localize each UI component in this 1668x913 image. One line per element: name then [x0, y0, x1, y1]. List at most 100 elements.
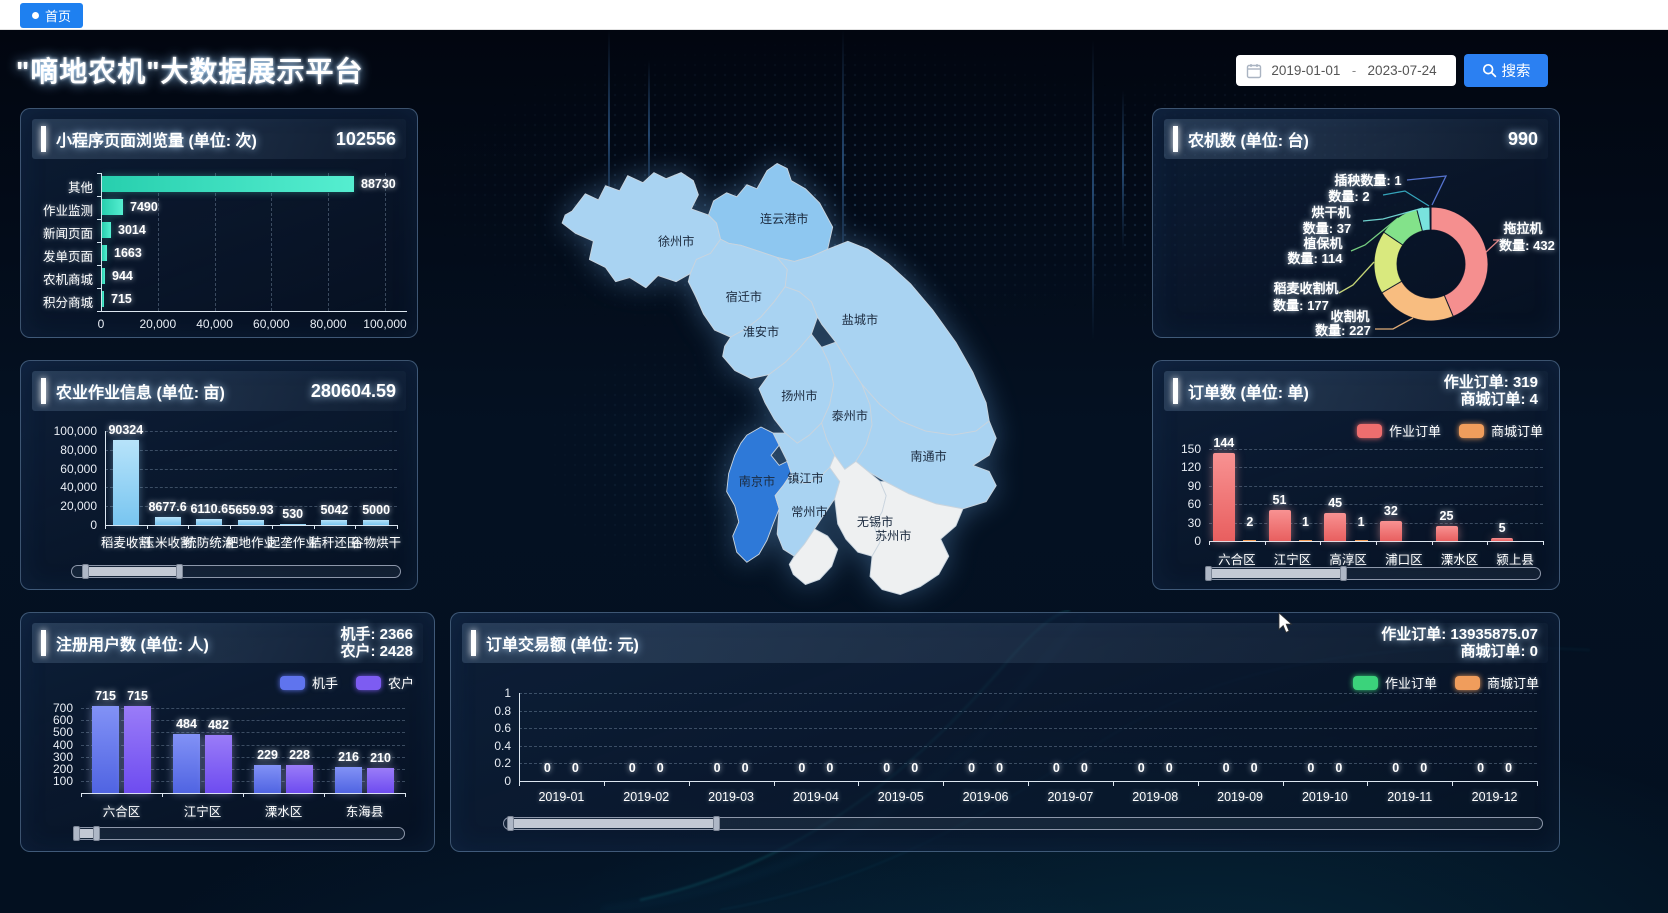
bar[interactable] — [367, 768, 394, 793]
bar[interactable] — [155, 517, 181, 525]
bar[interactable] — [124, 706, 151, 793]
pie-slice-label: 数量: 37 — [1303, 221, 1351, 236]
bar[interactable] — [173, 734, 200, 793]
category-label: 新闻页面 — [35, 223, 93, 242]
category-label: 2019-05 — [858, 790, 943, 804]
category-label: 溧水区 — [1432, 549, 1488, 568]
bar[interactable] — [1355, 540, 1368, 541]
bar[interactable] — [286, 765, 313, 793]
y-tick-label: 40,000 — [35, 480, 97, 494]
category-label: 农机商城 — [35, 269, 93, 288]
bar[interactable] — [1299, 540, 1312, 541]
mouse-cursor — [1278, 612, 1294, 634]
data-zoom-slider[interactable] — [71, 565, 401, 578]
bar[interactable] — [363, 520, 389, 525]
value-label: 5000 — [336, 503, 416, 517]
axis-tick — [230, 525, 231, 529]
data-zoom-window[interactable] — [85, 567, 180, 576]
y-tick-label: 0.8 — [467, 704, 511, 718]
bar[interactable] — [102, 222, 111, 238]
data-zoom-slider[interactable] — [1207, 567, 1541, 580]
bar[interactable] — [205, 735, 232, 793]
data-zoom-window[interactable] — [76, 829, 97, 838]
search-button[interactable]: 搜索 — [1464, 54, 1548, 87]
map-city-label: 连云港市 — [760, 211, 808, 226]
panel-title: 小程序页面浏览量 (单位: 次) — [56, 127, 257, 151]
axis-tick — [1367, 781, 1368, 786]
axis-tick — [774, 781, 775, 786]
value-label: 715 — [108, 689, 168, 703]
data-zoom-slider[interactable] — [75, 827, 405, 840]
category-label: 2019-08 — [1113, 790, 1198, 804]
value-label: 0 — [990, 761, 1010, 775]
machines-donut-chart: 拖拉机数量: 432收割机数量: 227稻麦收割机数量: 177植保机数量: 1… — [1153, 109, 1559, 337]
data-zoom-slider[interactable] — [503, 817, 1543, 830]
tab-home[interactable]: 首页 — [20, 3, 83, 28]
value-label: 0 — [1471, 761, 1491, 775]
y-tick-label: 60 — [1167, 497, 1201, 511]
date-range-picker[interactable]: 2019-01-01 - 2023-07-24 — [1236, 55, 1456, 86]
registered-users-chart: 700600500400300200100六合区715715江宁区484482溧… — [35, 667, 424, 847]
bar[interactable] — [102, 199, 123, 215]
date-end-value[interactable]: 2023-07-24 — [1358, 63, 1446, 78]
gridline — [215, 173, 216, 311]
pie-slice-label: 烘干机 — [1311, 205, 1350, 220]
y-tick-label: 1 — [467, 686, 511, 700]
bar[interactable] — [102, 268, 105, 284]
value-label: 0 — [1046, 761, 1066, 775]
bar[interactable] — [196, 519, 222, 525]
y-tick-label: 0.2 — [467, 756, 511, 770]
bar[interactable] — [280, 524, 306, 525]
value-label: 0 — [962, 761, 982, 775]
value-label: 0 — [1301, 761, 1321, 775]
farm-work-chart: 100,00080,00060,00040,00020,000090324稻麦收… — [35, 417, 407, 587]
category-label: 溧水区 — [243, 801, 324, 820]
axis-tick — [1113, 781, 1114, 786]
data-zoom-window[interactable] — [1208, 569, 1344, 578]
value-label: 7490 — [130, 200, 158, 214]
panel-page-views: 小程序页面浏览量 (单位: 次) 102556 其他88730作业监测7490新… — [20, 108, 418, 338]
bar[interactable] — [102, 176, 354, 192]
category-label: 颍上县 — [1487, 549, 1543, 568]
pie-slice[interactable] — [1382, 281, 1453, 321]
axis-tick — [147, 525, 148, 529]
category-label: 江宁区 — [1265, 549, 1321, 568]
y-tick-label: 90 — [1167, 479, 1201, 493]
value-label: 3014 — [118, 223, 146, 237]
axis-tick — [1452, 781, 1453, 786]
bar[interactable] — [102, 245, 107, 261]
axis-tick — [355, 525, 356, 529]
value-label: 32 — [1361, 504, 1421, 518]
axis-tick — [1320, 541, 1321, 545]
map-city-label: 苏州市 — [875, 528, 911, 543]
date-start-value[interactable]: 2019-01-01 — [1262, 63, 1350, 78]
axis-tick — [97, 173, 101, 174]
x-axis — [105, 525, 397, 526]
panel-stats: 作业订单: 319 商城订单: 4 — [1444, 374, 1538, 408]
bar[interactable] — [1436, 526, 1458, 541]
bar[interactable] — [102, 291, 104, 307]
bar[interactable] — [335, 767, 362, 793]
category-label: 2019-02 — [604, 790, 689, 804]
x-tick-label: 40,000 — [185, 317, 245, 331]
y-tick-label: 30 — [1167, 516, 1201, 530]
bar[interactable] — [1243, 540, 1256, 541]
bar[interactable] — [254, 765, 281, 793]
category-label: 2019-04 — [774, 790, 859, 804]
category-label: 其他 — [35, 177, 93, 196]
bar[interactable] — [1380, 521, 1402, 541]
gridline — [105, 450, 397, 451]
pie-slice-label: 植保机 — [1302, 236, 1342, 251]
category-label: 2019-12 — [1452, 790, 1537, 804]
value-label: 715 — [111, 292, 132, 306]
bar[interactable] — [321, 520, 347, 525]
bar[interactable] — [92, 706, 119, 793]
bar[interactable] — [1491, 538, 1513, 541]
value-label: 0 — [622, 761, 642, 775]
value-label: 88730 — [361, 177, 396, 191]
data-zoom-window[interactable] — [510, 819, 717, 828]
value-label: 0 — [1131, 761, 1151, 775]
panel-title: 订单交易额 (单位: 元) — [486, 631, 639, 655]
axis-tick — [314, 525, 315, 529]
axis-tick — [1198, 781, 1199, 786]
